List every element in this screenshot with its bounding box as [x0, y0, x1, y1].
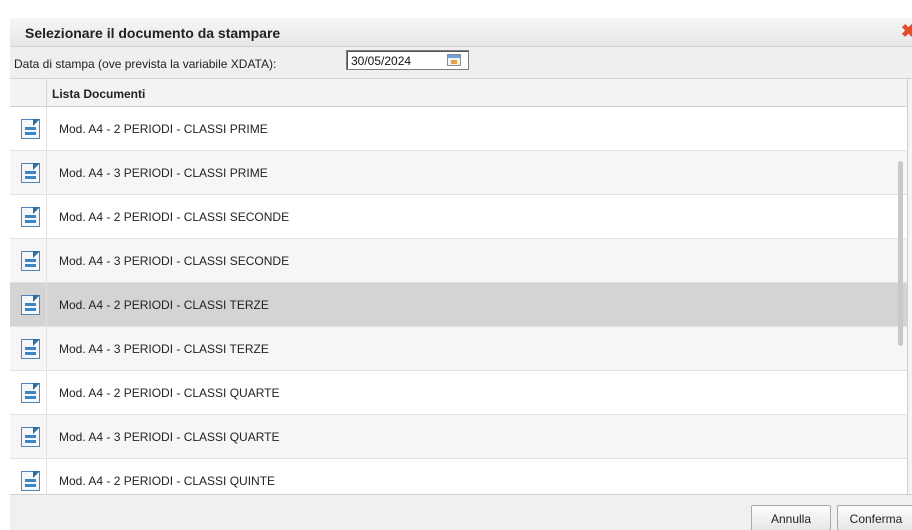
dialog-footer: Annulla Conferma	[10, 494, 912, 530]
document-icon	[21, 207, 40, 227]
document-icon	[21, 339, 40, 359]
print-date-field[interactable]: 30/05/2024	[346, 50, 469, 70]
header-icon-column	[10, 79, 47, 107]
document-icon	[21, 163, 40, 183]
dialog-title: Selezionare il documento da stampare	[25, 25, 281, 41]
document-row[interactable]: Mod. A4 - 2 PERIODI - CLASSI SECONDE	[10, 195, 907, 239]
print-date-bar: Data di stampa (ove prevista la variabil…	[10, 47, 912, 79]
document-row[interactable]: Mod. A4 - 3 PERIODI - CLASSI TERZE	[10, 327, 907, 371]
vertical-scrollbar[interactable]	[898, 161, 903, 346]
document-icon	[21, 383, 40, 403]
document-label: Mod. A4 - 3 PERIODI - CLASSI PRIME	[59, 166, 268, 180]
row-icon-cell	[10, 151, 47, 194]
calendar-icon[interactable]	[447, 54, 461, 66]
document-icon	[21, 251, 40, 271]
document-row[interactable]: Mod. A4 - 3 PERIODI - CLASSI SECONDE	[10, 239, 907, 283]
document-label: Mod. A4 - 3 PERIODI - CLASSI QUARTE	[59, 430, 280, 444]
document-label: Mod. A4 - 2 PERIODI - CLASSI PRIME	[59, 122, 268, 136]
confirm-button[interactable]: Conferma	[837, 505, 912, 530]
document-row[interactable]: Mod. A4 - 2 PERIODI - CLASSI QUARTE	[10, 371, 907, 415]
document-rows: Mod. A4 - 2 PERIODI - CLASSI PRIME Mod. A…	[10, 107, 907, 494]
document-label: Mod. A4 - 2 PERIODI - CLASSI QUARTE	[59, 386, 280, 400]
row-icon-cell	[10, 107, 47, 150]
row-icon-cell	[10, 195, 47, 238]
row-icon-cell	[10, 283, 47, 326]
document-row[interactable]: Mod. A4 - 2 PERIODI - CLASSI PRIME	[10, 107, 907, 151]
print-date-value[interactable]: 30/05/2024	[351, 54, 411, 68]
grid-header: Lista Documenti	[10, 79, 907, 107]
column-header-lista-documenti[interactable]: Lista Documenti	[52, 87, 145, 101]
document-icon	[21, 295, 40, 315]
document-icon	[21, 119, 40, 139]
print-document-dialog: Selezionare il documento da stampare ✖ D…	[10, 18, 912, 530]
dialog-titlebar: Selezionare il documento da stampare ✖	[10, 18, 912, 47]
document-label: Mod. A4 - 2 PERIODI - CLASSI QUINTE	[59, 474, 276, 488]
document-row[interactable]: Mod. A4 - 3 PERIODI - CLASSI QUARTE	[10, 415, 907, 459]
document-icon	[21, 471, 40, 491]
document-label: Mod. A4 - 2 PERIODI - CLASSI TERZE	[59, 298, 269, 312]
document-row[interactable]: Mod. A4 - 2 PERIODI - CLASSI QUINTE	[10, 459, 907, 494]
row-icon-cell	[10, 371, 47, 414]
document-row[interactable]: Mod. A4 - 3 PERIODI - CLASSI PRIME	[10, 151, 907, 195]
row-icon-cell	[10, 415, 47, 458]
cancel-button[interactable]: Annulla	[751, 505, 831, 530]
document-label: Mod. A4 - 3 PERIODI - CLASSI SECONDE	[59, 254, 290, 268]
document-icon	[21, 427, 40, 447]
row-icon-cell	[10, 327, 47, 370]
close-icon[interactable]: ✖	[901, 20, 912, 42]
document-label: Mod. A4 - 3 PERIODI - CLASSI TERZE	[59, 342, 269, 356]
row-icon-cell	[10, 239, 47, 282]
row-icon-cell	[10, 459, 47, 494]
document-list-grid: Lista Documenti Mod. A4 - 2 PERIODI - CL…	[10, 79, 908, 494]
print-date-label: Data di stampa (ove prevista la variabil…	[14, 57, 277, 71]
document-label: Mod. A4 - 2 PERIODI - CLASSI SECONDE	[59, 210, 290, 224]
document-row[interactable]: Mod. A4 - 2 PERIODI - CLASSI TERZE	[10, 283, 907, 327]
